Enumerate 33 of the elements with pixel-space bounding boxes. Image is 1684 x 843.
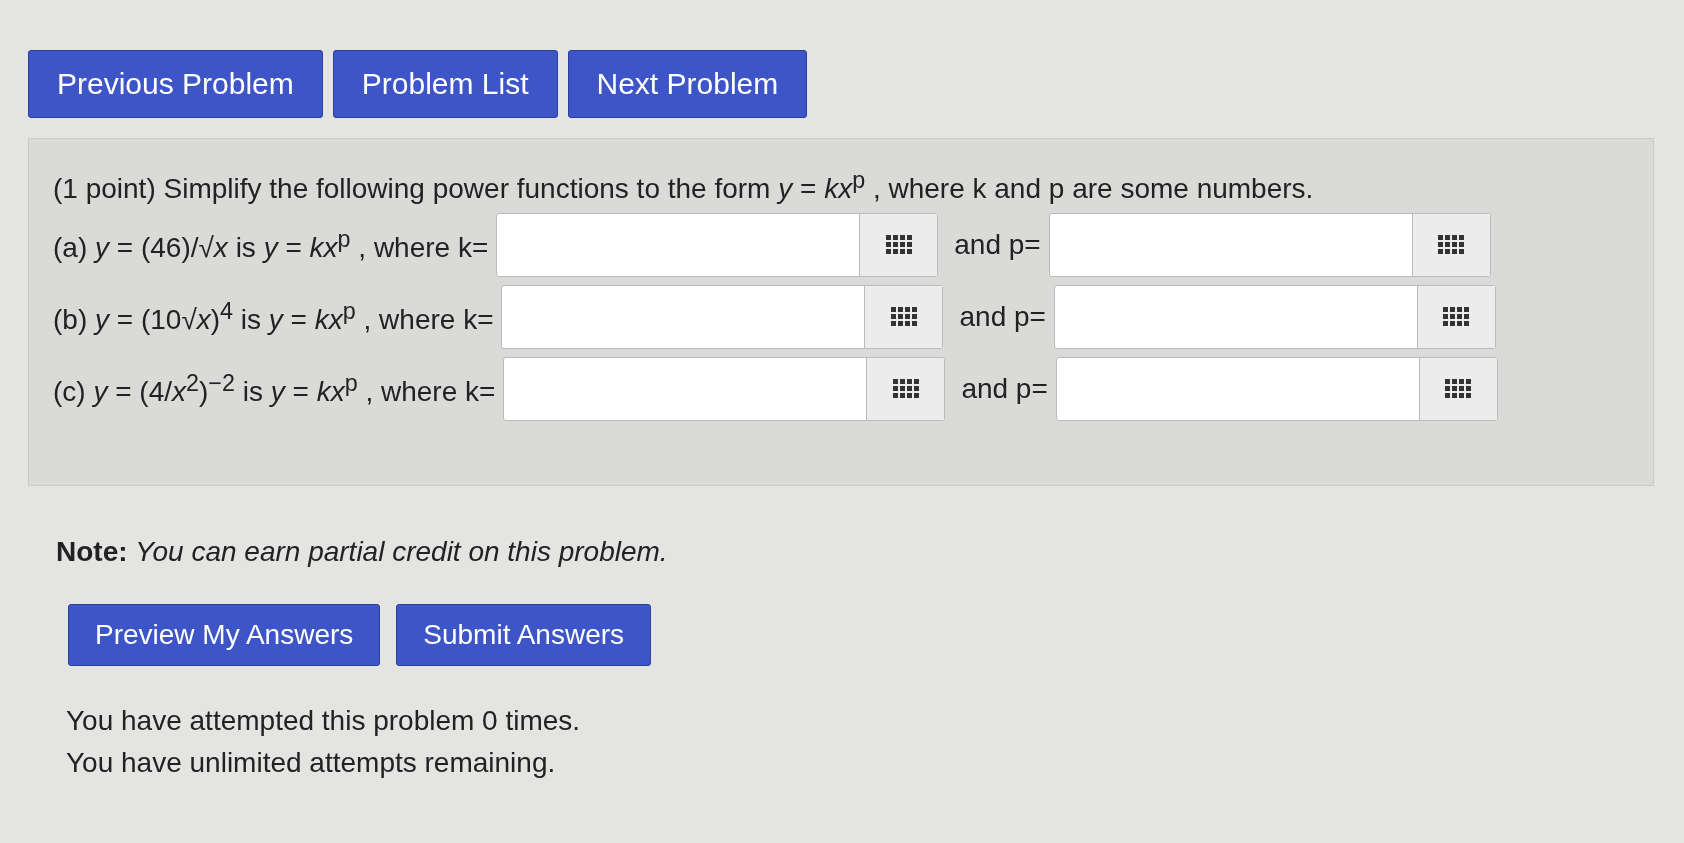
equation-editor-button[interactable] [859, 214, 938, 277]
equation-editor-button[interactable] [1418, 358, 1497, 421]
nav-button[interactable]: Next Problem [567, 50, 808, 118]
question-text: (b) y = (10√x)$^{4}$ is y = kx$^{p}$ , where k= [53, 298, 494, 337]
answer-field[interactable] [1055, 357, 1498, 422]
note-text: Note: You can earn partial credit on this problem. [56, 536, 669, 569]
answer-label: and p= [954, 229, 1041, 262]
grid-icon [885, 235, 912, 256]
answer-label: and p= [959, 301, 1046, 334]
equation-editor-button[interactable] [866, 358, 945, 421]
answer-label: and p= [961, 373, 1048, 406]
equation-editor-button[interactable] [1411, 214, 1490, 277]
grid-icon [1443, 307, 1470, 328]
grid-icon [891, 307, 917, 328]
answer-field[interactable] [1048, 213, 1491, 278]
answer-field[interactable] [496, 213, 939, 278]
grid-icon [892, 379, 919, 400]
attempts-text: You have attempted this problem 0 times. [66, 704, 582, 739]
question-text: (a) y = (46)/√x is y = kx$^{p}$ , where k= [53, 226, 489, 265]
submit-button[interactable]: Submit Answers [396, 604, 652, 667]
answer-field[interactable] [501, 285, 944, 350]
submit-button[interactable]: Preview My Answers [68, 604, 381, 667]
equation-editor-button[interactable] [1416, 286, 1495, 349]
question-text: (c) y = (4/x$^{2}$)$^{−2}$ is y = kx$^{p}$ , where k= [53, 370, 496, 409]
answer-field[interactable] [503, 357, 946, 422]
equation-editor-button[interactable] [864, 286, 943, 349]
problem-statement: (1 point) Simplify the following power functions to the form y = kx$^{p}$ , where k and p are some numbers. [53, 167, 1315, 206]
answer-field[interactable] [1053, 285, 1496, 350]
grid-icon [1438, 235, 1465, 256]
nav-button[interactable]: Problem List [332, 50, 558, 118]
grid-icon [1445, 379, 1472, 400]
nav-button[interactable]: Previous Problem [28, 50, 323, 118]
attempts-text: You have unlimited attempts remaining. [66, 746, 557, 781]
